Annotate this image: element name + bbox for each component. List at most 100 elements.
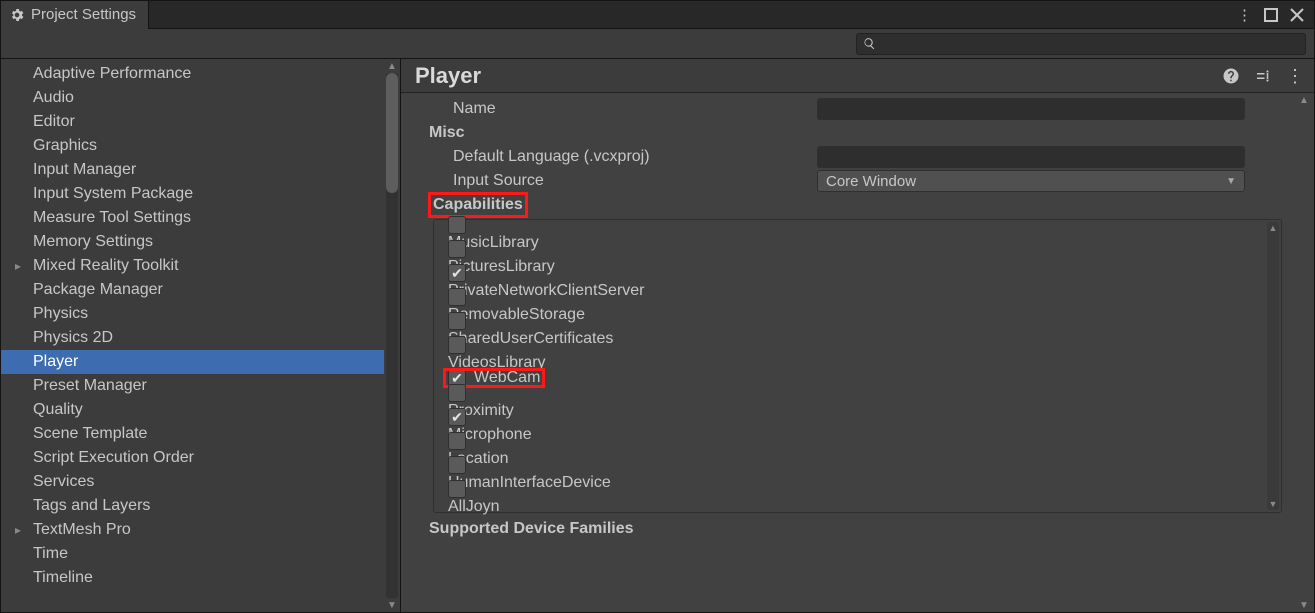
- scroll-down-icon[interactable]: ▼: [384, 598, 400, 612]
- sidebar-item-player[interactable]: Player: [1, 350, 400, 374]
- sidebar-item-label: Package Manager: [33, 281, 163, 298]
- maximize-icon[interactable]: [1264, 8, 1278, 22]
- sidebar-item-label: Services: [33, 473, 94, 490]
- capability-checkbox[interactable]: [448, 336, 466, 354]
- chevron-down-icon: ▼: [1226, 176, 1236, 187]
- sidebar-item-label: Mixed Reality Toolkit: [33, 257, 179, 274]
- sidebar-item-audio[interactable]: Audio: [1, 86, 400, 110]
- capability-row-musiclibrary[interactable]: MusicLibrary: [436, 222, 1267, 246]
- sidebar-item-label: Audio: [33, 89, 74, 106]
- presets-icon[interactable]: [1254, 67, 1272, 85]
- sidebar-item-editor[interactable]: Editor: [1, 110, 400, 134]
- sidebar-item-label: Measure Tool Settings: [33, 209, 191, 226]
- project-settings-window: Project Settings ⋮ Adaptive PerformanceA…: [0, 0, 1315, 613]
- capability-checkbox[interactable]: [448, 384, 466, 402]
- capability-checkbox[interactable]: [448, 456, 466, 474]
- sidebar-item-graphics[interactable]: Graphics: [1, 134, 400, 158]
- main-scrollbar[interactable]: ▲ ▼: [1296, 93, 1312, 612]
- scroll-up-icon[interactable]: ▲: [1296, 93, 1312, 107]
- capability-row-proximity[interactable]: Proximity: [436, 390, 1267, 414]
- capabilities-listbox: MusicLibraryPicturesLibraryPrivateNetwor…: [433, 219, 1282, 513]
- sidebar-item-label: Physics 2D: [33, 329, 113, 346]
- supported-device-families-label: Supported Device Families: [405, 517, 1292, 541]
- sidebar-item-label: Player: [33, 353, 78, 370]
- sidebar-item-services[interactable]: Services: [1, 470, 400, 494]
- kebab-icon[interactable]: ⋮: [1237, 6, 1252, 24]
- main-header: Player ⋮: [401, 59, 1314, 93]
- sidebar-item-physics[interactable]: Physics: [1, 302, 400, 326]
- default-language-field[interactable]: [817, 146, 1245, 168]
- sidebar-item-label: Scene Template: [33, 425, 147, 442]
- name-row: Name: [405, 97, 1292, 121]
- name-field[interactable]: [817, 98, 1245, 120]
- page-title: Player: [415, 63, 481, 89]
- capability-row-webcam[interactable]: WebCam: [436, 366, 1267, 390]
- capability-checkbox[interactable]: [448, 312, 466, 330]
- sidebar-scrollbar[interactable]: ▲ ▼: [384, 59, 400, 612]
- scrollbar-thumb[interactable]: [386, 73, 398, 193]
- sidebar-item-mixed-reality-toolkit[interactable]: Mixed Reality Toolkit: [1, 254, 400, 278]
- sidebar-item-adaptive-performance[interactable]: Adaptive Performance: [1, 62, 400, 86]
- help-icon[interactable]: [1222, 67, 1240, 85]
- search-input[interactable]: [876, 36, 1299, 51]
- capability-row-sharedusercertificates[interactable]: SharedUserCertificates: [436, 318, 1267, 342]
- sidebar-item-time[interactable]: Time: [1, 542, 400, 566]
- sidebar-item-textmesh-pro[interactable]: TextMesh Pro: [1, 518, 400, 542]
- name-label: Name: [429, 100, 817, 118]
- sidebar-item-label: Preset Manager: [33, 377, 147, 394]
- sidebar-item-measure-tool-settings[interactable]: Measure Tool Settings: [1, 206, 400, 230]
- capability-checkbox[interactable]: [448, 288, 466, 306]
- scroll-up-icon[interactable]: ▲: [1267, 222, 1279, 234]
- tab-title: Project Settings: [31, 6, 136, 23]
- capabilities-scrollbar[interactable]: ▲ ▼: [1267, 222, 1279, 510]
- gear-icon: [9, 7, 25, 23]
- capability-checkbox[interactable]: [448, 216, 466, 234]
- more-icon[interactable]: ⋮: [1286, 67, 1304, 85]
- capability-checkbox[interactable]: [448, 240, 466, 258]
- tab-project-settings[interactable]: Project Settings: [1, 1, 149, 29]
- capability-label: AllJoyn: [448, 498, 500, 515]
- capabilities-section-label: Capabilities: [405, 193, 1292, 217]
- sidebar-item-package-manager[interactable]: Package Manager: [1, 278, 400, 302]
- sidebar-item-script-execution-order[interactable]: Script Execution Order: [1, 446, 400, 470]
- capability-checkbox[interactable]: [448, 408, 466, 426]
- capability-checkbox[interactable]: [448, 480, 466, 498]
- input-source-dropdown[interactable]: Core Window ▼: [817, 170, 1245, 192]
- search-icon: [863, 37, 876, 50]
- sidebar-item-label: Graphics: [33, 137, 97, 154]
- scroll-down-icon[interactable]: ▼: [1267, 498, 1279, 510]
- sidebar-item-label: Quality: [33, 401, 83, 418]
- close-icon[interactable]: [1290, 8, 1304, 22]
- search-box[interactable]: [856, 33, 1306, 55]
- sidebar-item-input-manager[interactable]: Input Manager: [1, 158, 400, 182]
- sidebar-item-preset-manager[interactable]: Preset Manager: [1, 374, 400, 398]
- capability-row-microphone[interactable]: Microphone: [436, 414, 1267, 438]
- settings-list: Adaptive Performance Audio Editor Graphics I…: [1, 59, 400, 612]
- capability-checkbox[interactable]: [448, 264, 466, 282]
- scroll-up-icon[interactable]: ▲: [384, 59, 400, 73]
- toolbar: [1, 29, 1314, 59]
- sidebar-item-physics-2d[interactable]: Physics 2D: [1, 326, 400, 350]
- sidebar-item-quality[interactable]: Quality: [1, 398, 400, 422]
- sidebar-item-scene-template[interactable]: Scene Template: [1, 422, 400, 446]
- misc-section-label: Misc: [405, 121, 1292, 145]
- capability-row-humaninterfacedevice[interactable]: HumanInterfaceDevice: [436, 462, 1267, 486]
- tab-bar: Project Settings ⋮: [1, 1, 1314, 29]
- main-content: Name Misc Default Language (.vcxproj) In…: [401, 93, 1314, 612]
- sidebar-item-label: Input System Package: [33, 185, 193, 202]
- sidebar-item-label: Physics: [33, 305, 88, 322]
- sidebar-item-memory-settings[interactable]: Memory Settings: [1, 230, 400, 254]
- sidebar-item-tags-and-layers[interactable]: Tags and Layers: [1, 494, 400, 518]
- main-panel: Player ⋮ Name Misc Default Language (.vc…: [401, 59, 1314, 612]
- sidebar-item-label: Input Manager: [33, 161, 136, 178]
- sidebar-item-label: Adaptive Performance: [33, 65, 191, 82]
- sidebar-item-label: Tags and Layers: [33, 497, 150, 514]
- scroll-down-icon[interactable]: ▼: [1296, 598, 1312, 612]
- input-source-value: Core Window: [826, 173, 916, 190]
- input-source-label: Input Source: [429, 172, 817, 190]
- input-source-row: Input Source Core Window ▼: [405, 169, 1292, 193]
- sidebar-item-label: TextMesh Pro: [33, 521, 131, 538]
- capability-checkbox[interactable]: [448, 432, 466, 450]
- sidebar-item-timeline[interactable]: Timeline: [1, 566, 400, 590]
- sidebar-item-input-system-package[interactable]: Input System Package: [1, 182, 400, 206]
